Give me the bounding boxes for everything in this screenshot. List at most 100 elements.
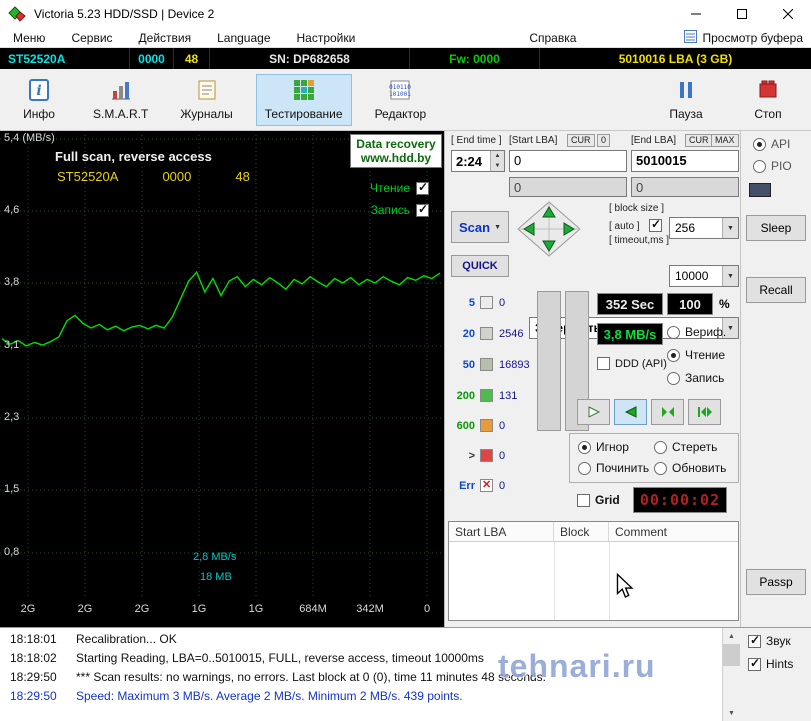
- menu-item-settings[interactable]: Настройки: [284, 29, 369, 47]
- graph-subtitle: ST52520A 0000 48: [57, 169, 294, 184]
- auto-label: [ auto ]: [609, 221, 640, 232]
- info-tab-button[interactable]: i Инфо: [8, 74, 70, 126]
- remap-label: Починить: [596, 461, 650, 475]
- write-radio[interactable]: [667, 371, 680, 385]
- quick-button[interactable]: QUICK: [451, 255, 509, 277]
- end-lba-max-button[interactable]: MAX: [711, 134, 739, 147]
- ignore-label: Игнор: [596, 440, 629, 454]
- start-lba-zero-button[interactable]: 0: [597, 134, 611, 147]
- data-recovery-banner: Data recovery www.hdd.by: [350, 134, 442, 168]
- api-radio[interactable]: [753, 137, 766, 151]
- seek-inward-button[interactable]: [651, 399, 684, 425]
- scroll-down-icon[interactable]: ▼: [723, 705, 740, 721]
- log-line: 18:29:50 Speed: Maximum 3 MB/s. Average 2…: [10, 689, 463, 703]
- pause-button[interactable]: Пауза: [655, 74, 717, 126]
- refresh-radio[interactable]: [654, 461, 667, 475]
- seek-outward-button[interactable]: [688, 399, 721, 425]
- read-radio[interactable]: [667, 348, 680, 362]
- hints-checkbox[interactable]: [748, 656, 761, 671]
- spinner-arrows[interactable]: ▲ ▼: [490, 151, 504, 171]
- legend-swatch: [480, 419, 493, 432]
- port-indicator: [749, 183, 771, 197]
- direction-pad[interactable]: [517, 201, 581, 260]
- read-checkbox[interactable]: [416, 180, 429, 195]
- timeout-combo[interactable]: 10000 ▼: [669, 265, 739, 288]
- window-title: Victoria 5.23 HDD/SSD | Device 2: [34, 7, 215, 21]
- scroll-up-icon[interactable]: ▲: [723, 628, 740, 644]
- pio-radio[interactable]: [753, 159, 766, 173]
- read-legend-label: Чтение: [369, 181, 410, 195]
- timeout-label: [ timeout,ms ]: [609, 235, 670, 246]
- remap-radio[interactable]: [578, 461, 591, 475]
- sound-checkbox[interactable]: [748, 633, 761, 648]
- grid-checkbox[interactable]: [577, 493, 590, 507]
- toolbar-label: S.M.A.R.T: [93, 107, 149, 121]
- passp-button[interactable]: Passp: [746, 569, 806, 595]
- test-grid-icon: [292, 78, 316, 105]
- start-lba-cur-button[interactable]: CUR: [567, 134, 595, 147]
- scan-graph: 5,4 (MB/s) 4,6 3,8 3,1 2,3 1,5 0,8 2G 2G 2G 1G 1G 6…: [0, 131, 444, 627]
- recall-button[interactable]: Recall: [746, 277, 806, 303]
- scan-button[interactable]: Scan ▼: [451, 211, 509, 243]
- remaining-time-display: 352 Sec: [597, 293, 663, 315]
- graph-title: Full scan, reverse access: [55, 149, 212, 164]
- log-line: 18:18:01 Recalibration... OK: [10, 632, 177, 646]
- ddd-checkbox[interactable]: [597, 357, 610, 370]
- end-lba-label: [End LBA]: [631, 135, 677, 146]
- col-start-lba: Start LBA: [449, 522, 554, 541]
- menu-bar: Меню Сервис Действия Language Настройки …: [0, 28, 811, 48]
- graph-model: ST52520A: [57, 169, 119, 184]
- menu-item-language[interactable]: Language: [204, 29, 283, 47]
- play-reverse-button[interactable]: [614, 399, 647, 425]
- sound-label: Звук: [766, 634, 791, 648]
- menu-item-help[interactable]: Справка: [516, 29, 589, 47]
- defect-action-group: Игнор Стереть Починить Обновить: [569, 433, 739, 483]
- pio-label: PIO: [771, 159, 792, 173]
- device-firmware-field: 0000: [130, 48, 174, 69]
- ignore-radio[interactable]: [578, 440, 591, 454]
- journal-icon: [195, 78, 219, 105]
- legend-error-swatch: [480, 478, 493, 492]
- stop-icon: [756, 78, 780, 105]
- test-tab-button[interactable]: Тестирование: [255, 73, 352, 126]
- defect-table[interactable]: Start LBA Block Comment: [448, 521, 739, 621]
- side-column: API PIO Sleep Recall Passp: [740, 131, 811, 627]
- start-lba-secondary-field: 0: [509, 177, 627, 197]
- minimize-button[interactable]: [673, 0, 719, 28]
- menu-item-service[interactable]: Сервис: [58, 29, 125, 47]
- close-button[interactable]: [765, 0, 811, 28]
- sleep-button[interactable]: Sleep: [746, 215, 806, 241]
- end-lba-cur-button[interactable]: CUR: [685, 134, 713, 147]
- toolbar-label: Тестирование: [264, 107, 343, 121]
- graph-annotation-size: 18 MB: [200, 571, 232, 583]
- legend-swatch: [480, 449, 493, 462]
- device-serial: SN: DP682658: [210, 48, 410, 69]
- write-checkbox[interactable]: [416, 202, 429, 217]
- log-scrollbar[interactable]: ▲ ▼: [722, 628, 740, 721]
- ddd-label: DDD (API): [615, 357, 667, 370]
- legend-swatch: [480, 327, 493, 340]
- editor-tab-button[interactable]: 010110 101001 Редактор: [366, 74, 436, 126]
- legend-swatch: [480, 389, 493, 402]
- play-forward-button[interactable]: [577, 399, 610, 425]
- passp-label: Passp: [759, 575, 793, 589]
- hints-label: Hints: [766, 657, 794, 671]
- legend-swatch: [480, 296, 493, 309]
- verify-radio[interactable]: [667, 325, 680, 339]
- menu-item-menu[interactable]: Меню: [0, 29, 58, 47]
- toolbar-label: Инфо: [23, 107, 55, 121]
- menu-item-actions[interactable]: Действия: [126, 29, 205, 47]
- end-lba-input[interactable]: 5010015: [631, 150, 739, 172]
- buffer-view-button[interactable]: Просмотр буфера: [684, 29, 803, 46]
- logs-tab-button[interactable]: Журналы: [171, 74, 241, 126]
- auto-checkbox[interactable]: [649, 217, 662, 233]
- scrollbar-thumb[interactable]: [723, 644, 740, 666]
- block-size-combo[interactable]: 256 ▼: [669, 217, 739, 240]
- start-lba-input[interactable]: 0: [509, 150, 627, 172]
- smart-tab-button[interactable]: S.M.A.R.T: [84, 74, 157, 126]
- maximize-button[interactable]: [719, 0, 765, 28]
- erase-radio[interactable]: [654, 440, 667, 454]
- stop-button[interactable]: Стоп: [737, 74, 799, 126]
- end-time-spinner[interactable]: 2:24 ▲ ▼: [451, 150, 505, 172]
- log-panel[interactable]: 18:18:01 Recalibration... OK 18:18:02 Star…: [0, 628, 740, 721]
